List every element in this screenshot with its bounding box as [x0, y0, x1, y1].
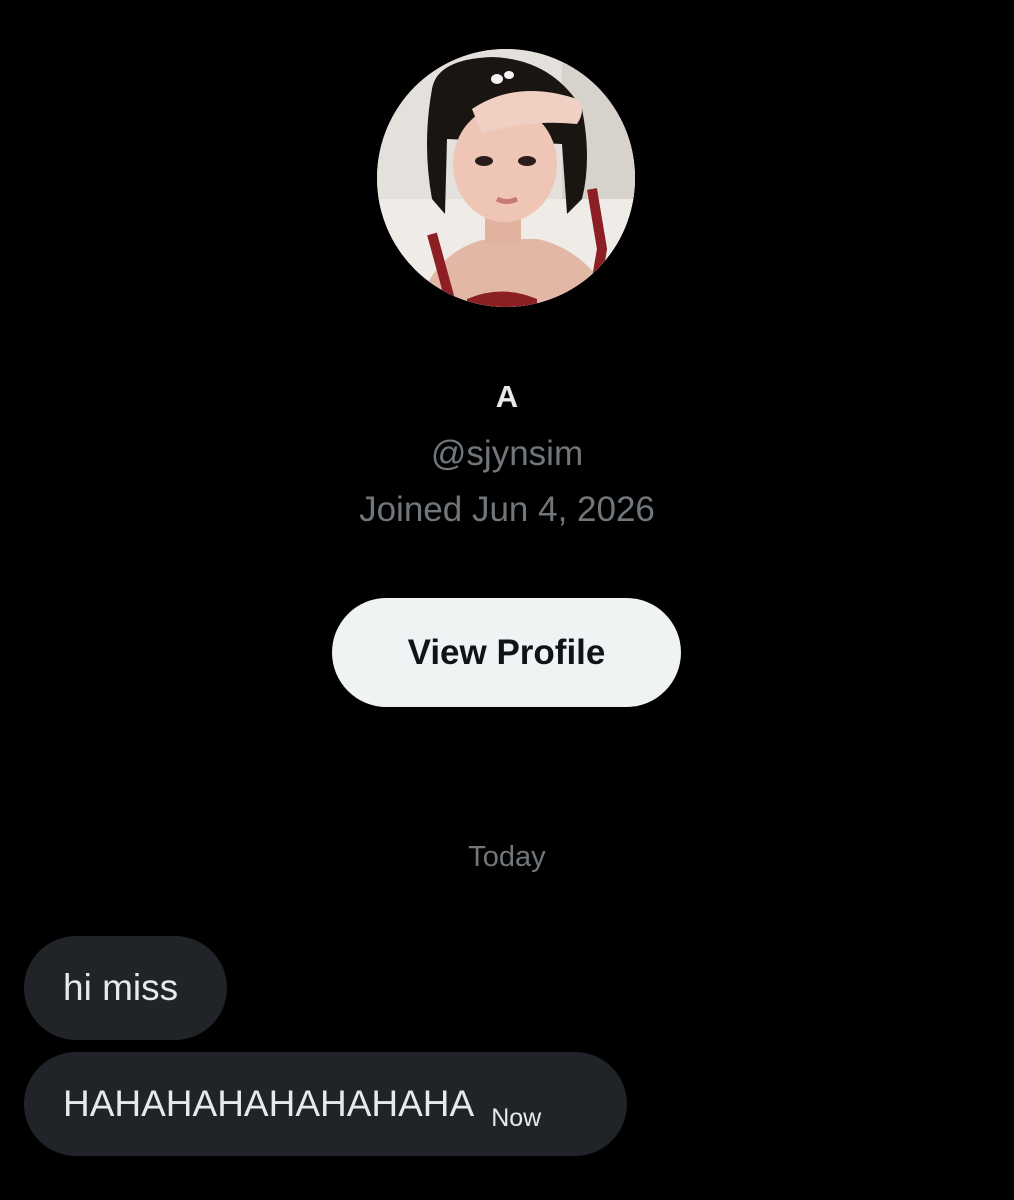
message-text: HAHAHAHAHAHAHAHA — [63, 1083, 475, 1124]
joined-date: Joined Jun 4, 2026 — [359, 490, 655, 529]
message-bubble[interactable]: hi miss — [24, 936, 227, 1040]
message-bubble[interactable]: HAHAHAHAHAHAHAHA Now — [24, 1052, 627, 1156]
avatar-photo — [377, 49, 635, 307]
avatar[interactable] — [377, 49, 635, 307]
user-handle: @sjynsim — [430, 434, 584, 473]
message-text: hi miss — [63, 967, 179, 1008]
message-timestamp: Now — [491, 1103, 542, 1132]
view-profile-button[interactable]: View Profile — [332, 598, 681, 707]
display-name: A — [495, 379, 519, 414]
date-separator: Today — [468, 841, 546, 873]
profile-header: A @sjynsim Joined Jun 4, 2026 View Profi… — [0, 0, 1014, 760]
